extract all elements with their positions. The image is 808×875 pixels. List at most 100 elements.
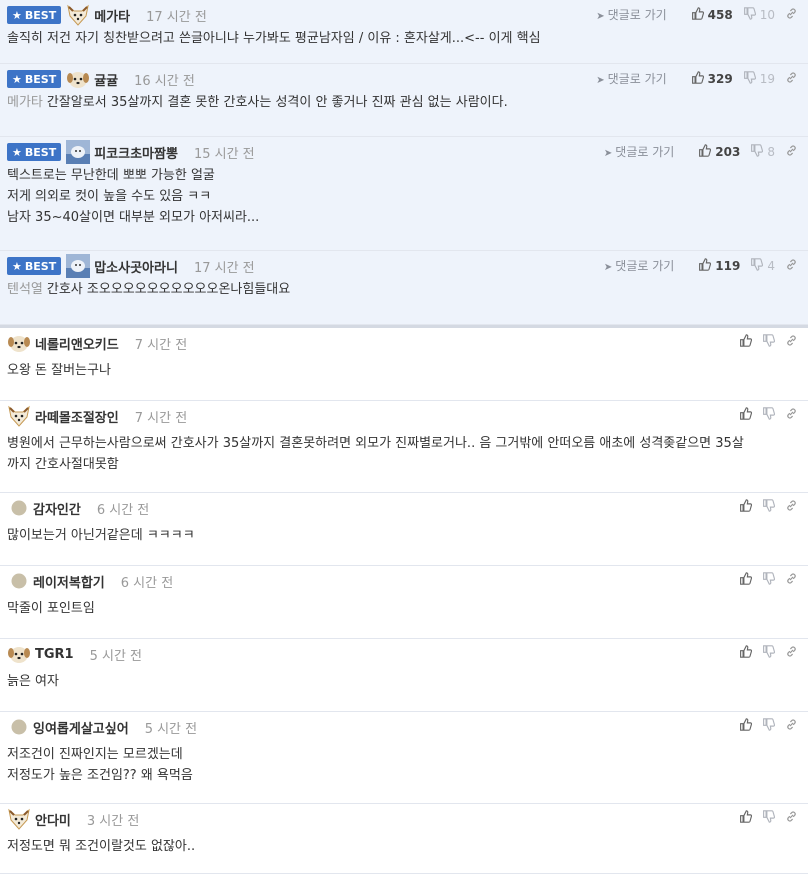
comment-body: 저정도면 뭐 조건이랄것도 없잖아..: [7, 836, 798, 857]
share-button[interactable]: [785, 572, 798, 588]
downvote-button[interactable]: [762, 810, 776, 826]
share-button[interactable]: [785, 144, 798, 160]
comment-line: 오왕 돈 잘버는구나: [7, 360, 798, 381]
goto-reply-link[interactable]: ➤ 댓글로 가기: [596, 70, 666, 87]
upvote-count: 458: [707, 7, 733, 22]
comment-header: 잉여롭게살고싶어 5 시간 전: [7, 716, 197, 738]
comment-text: 간잘알로서 35살까지 결혼 못한 간호사는 성격이 안 좋거나 진짜 관심 없…: [46, 95, 508, 110]
username[interactable]: 레이저복합기: [33, 572, 105, 591]
best-badge-label: BEST: [24, 145, 57, 159]
downvote-button[interactable]: 8: [750, 143, 775, 160]
comment-body: 늙은 여자: [7, 671, 798, 692]
comment: 라떼몰조절장인 7 시간 전 병원에서 근무하는사람으로써 간호사가 35살까지 결…: [0, 401, 808, 493]
comment-header: 안다미 3 시간 전: [7, 808, 139, 830]
upvote-button[interactable]: [739, 572, 753, 588]
downvote-button[interactable]: [762, 645, 776, 661]
fox-avatar: [7, 404, 31, 428]
comment-tools: ➤ 댓글로 가기 329 19: [596, 70, 798, 87]
share-button[interactable]: [785, 258, 798, 274]
username[interactable]: 라떼몰조절장인: [35, 407, 119, 426]
comment: 네롤리앤오키드 7 시간 전오왕 돈 잘버는구나: [0, 328, 808, 401]
comment-line: 까지 간호사절대못함: [7, 454, 798, 475]
share-button[interactable]: [785, 718, 798, 734]
username[interactable]: 잉여롭게살고싶어: [33, 718, 129, 737]
share-button[interactable]: [785, 7, 798, 23]
upvote-button[interactable]: [739, 407, 753, 423]
downvote-button[interactable]: 4: [750, 257, 775, 274]
share-button[interactable]: [785, 407, 798, 423]
comment-tools: [729, 407, 798, 423]
reply-to-user[interactable]: 메가타: [7, 95, 43, 110]
comment-text: 솔직히 저건 자기 칭찬받으려고 쓴글아니냐 누가봐도 평균남자임 / 이유 :…: [7, 31, 541, 46]
share-button[interactable]: [785, 334, 798, 350]
thumbs-down-icon: [762, 572, 776, 588]
comment-line: 저정도면 뭐 조건이랄것도 없잖아..: [7, 836, 798, 857]
downvote-button[interactable]: 19: [743, 70, 775, 87]
best-badge-label: BEST: [24, 72, 57, 86]
downvote-button[interactable]: 10: [743, 6, 775, 23]
upvote-button[interactable]: 458: [691, 6, 733, 23]
comment-line: 텐석열 간호사 조오오오오오오오오오오온나힘들대요: [7, 279, 798, 300]
goto-reply-label: 댓글로 가기: [615, 259, 675, 273]
upvote-button[interactable]: 329: [691, 70, 733, 87]
username[interactable]: 안다미: [35, 810, 71, 829]
link-icon: [785, 144, 798, 160]
upvote-button[interactable]: 203: [698, 143, 741, 160]
timestamp: 16 시간 전: [134, 73, 195, 89]
link-icon: [785, 572, 798, 588]
thumbs-down-icon: [750, 143, 764, 160]
upvote-button[interactable]: [739, 718, 753, 734]
default-avatar: [11, 719, 27, 735]
link-icon: [785, 645, 798, 661]
share-button[interactable]: [785, 810, 798, 826]
upvote-count: 329: [707, 71, 733, 86]
comment-text: 남자 35~40살이면 대부분 외모가 아저씨라...: [7, 210, 260, 225]
upvote-button[interactable]: 119: [698, 257, 740, 274]
reply-to-user[interactable]: 텐석열: [7, 282, 43, 297]
downvote-button[interactable]: [762, 334, 776, 350]
thumbs-up-icon: [691, 70, 704, 87]
downvote-button[interactable]: [762, 499, 776, 515]
thumbs-up-icon: [698, 257, 712, 274]
best-comment: ★ BEST 맙소사곳아라니 17 시간 전 ➤ 댓글로 가기 119 4 텐석열 간호사 조오오…: [0, 251, 808, 325]
upvote-button[interactable]: [739, 334, 753, 350]
comment-text: 텍스트로는 무난한데 뽀뽀 가능한 얼굴: [7, 168, 215, 183]
timestamp: 15 시간 전: [193, 146, 255, 162]
share-button[interactable]: [785, 645, 798, 661]
username[interactable]: 메가타: [94, 6, 130, 25]
downvote-button[interactable]: [762, 407, 776, 423]
goto-reply-link[interactable]: ➤ 댓글로 가기: [604, 143, 674, 160]
goto-reply-link[interactable]: ➤ 댓글로 가기: [596, 6, 666, 23]
thumbs-up-icon: [739, 499, 753, 515]
comment-line: 남자 35~40살이면 대부분 외모가 아저씨라...: [7, 207, 798, 228]
star-icon: ★: [12, 145, 22, 159]
username[interactable]: 피코크초마짬뽕: [94, 143, 178, 162]
comment-text: 저정도가 높은 조건임?? 왜 욕먹음: [7, 768, 193, 783]
comment-header: 네롤리앤오키드 7 시간 전: [7, 332, 187, 354]
share-button[interactable]: [785, 499, 798, 515]
best-badge: ★ BEST: [7, 70, 62, 88]
upvote-button[interactable]: [739, 645, 753, 661]
timestamp: 3 시간 전: [86, 813, 140, 829]
downvote-button[interactable]: [762, 718, 776, 734]
share-button[interactable]: [785, 71, 798, 87]
comment-header: ★ BEST 메가타 17 시간 전: [7, 4, 207, 26]
comment-header: 레이저복합기 6 시간 전: [7, 570, 173, 592]
goto-reply-link[interactable]: ➤ 댓글로 가기: [604, 257, 674, 274]
username[interactable]: TGR1: [35, 647, 74, 662]
upvote-button[interactable]: [739, 499, 753, 515]
best-badge-label: BEST: [24, 259, 57, 273]
link-icon: [785, 718, 798, 734]
username[interactable]: 네롤리앤오키드: [35, 334, 119, 353]
comment: 감자인간 6 시간 전 많이보는거 아닌거같은데 ㅋㅋㅋㅋ: [0, 493, 808, 566]
timestamp: 5 시간 전: [144, 721, 198, 737]
downvote-button[interactable]: [762, 572, 776, 588]
arrow-icon: ➤: [603, 148, 613, 159]
username[interactable]: 맙소사곳아라니: [94, 257, 178, 276]
comment-tools: [729, 645, 798, 661]
username[interactable]: 귤귤: [94, 70, 118, 89]
upvote-button[interactable]: [739, 810, 753, 826]
best-comment: ★ BEST 메가타 17 시간 전 ➤ 댓글로 가기 458 10 솔직히 저건 자기 칭찬받…: [0, 0, 808, 64]
upvote-count: 203: [715, 144, 741, 159]
username[interactable]: 감자인간: [33, 499, 81, 518]
